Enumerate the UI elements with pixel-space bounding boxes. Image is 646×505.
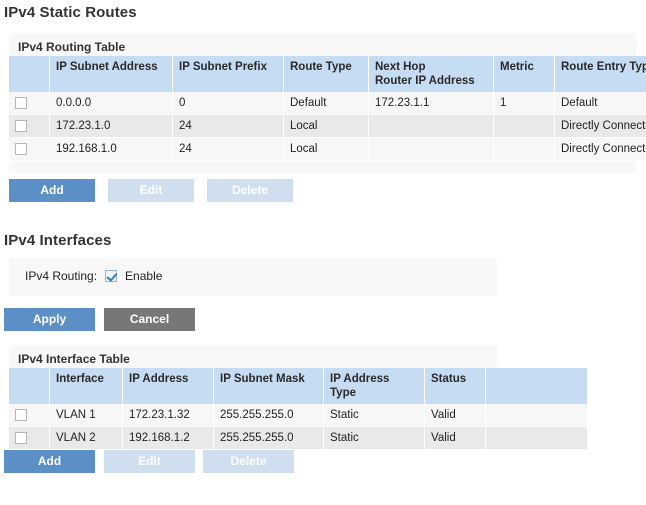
- row-select-cell[interactable]: [9, 114, 50, 138]
- column-header-select: [9, 56, 50, 92]
- cell-route-entry-type: Directly Connected: [554, 114, 646, 138]
- cell-next-hop: 172.23.1.1: [368, 92, 494, 115]
- cell-metric: [493, 114, 555, 138]
- cell-subnet-prefix: 0: [172, 92, 284, 115]
- cell-subnet-prefix: 24: [172, 137, 284, 161]
- cell-subnet-address: 0.0.0.0: [49, 92, 173, 115]
- apply-button[interactable]: Apply: [4, 308, 95, 331]
- row-select-checkbox[interactable]: [15, 431, 27, 444]
- interface-table-edit-button[interactable]: Edit: [104, 450, 195, 473]
- row-select-cell[interactable]: [9, 426, 50, 450]
- cell-interface: VLAN 1: [49, 404, 123, 427]
- cell-ip-address: 172.23.1.32: [122, 404, 214, 427]
- column-header-pad: [485, 368, 587, 404]
- routing-table-edit-button[interactable]: Edit: [108, 179, 194, 202]
- cell-subnet-mask: 255.255.255.0: [213, 404, 324, 427]
- row-select-checkbox[interactable]: [15, 408, 27, 421]
- row-select-cell[interactable]: [9, 137, 50, 161]
- cell-route-type: Local: [283, 114, 369, 138]
- interface-table-panel-title: IPv4 Interface Table: [18, 352, 130, 366]
- cell-metric: 1: [493, 92, 555, 115]
- row-select-checkbox[interactable]: [15, 142, 27, 155]
- cell-route-type: Default: [283, 92, 369, 115]
- row-select-cell[interactable]: [9, 404, 50, 427]
- cell-next-hop: [368, 137, 494, 161]
- column-header-subnet-prefix: IP Subnet Prefix: [172, 56, 284, 92]
- column-header-next-hop-line1: Next Hop: [375, 61, 426, 73]
- column-header-next-hop-line2: Router IP Address: [375, 75, 475, 87]
- routing-table-delete-button[interactable]: Delete: [207, 179, 293, 202]
- column-header-address-type: IP Address Type: [323, 368, 425, 404]
- row-select-checkbox[interactable]: [15, 96, 27, 109]
- table-row[interactable]: 192.168.1.0 24 Local Directly Connected: [9, 137, 646, 161]
- cell-next-hop: [368, 114, 494, 138]
- cell-route-type: Local: [283, 137, 369, 161]
- cell-pad: [485, 426, 587, 450]
- ipv4-routing-enable-label: Enable: [125, 269, 163, 283]
- column-header-select: [9, 368, 50, 404]
- column-header-next-hop: Next Hop Router IP Address: [368, 56, 494, 92]
- table-header-row: Interface IP Address IP Subnet Mask IP A…: [9, 368, 587, 404]
- cell-subnet-address: 172.23.1.0: [49, 114, 173, 138]
- cell-status: Valid: [424, 404, 486, 427]
- column-header-route-entry-type: Route Entry Type: [554, 56, 646, 92]
- ipv4-routing-label: IPv4 Routing:: [25, 269, 98, 283]
- column-header-metric: Metric: [493, 56, 555, 92]
- cell-address-type: Static: [323, 404, 425, 427]
- ipv4-interface-table: Interface IP Address IP Subnet Mask IP A…: [9, 368, 587, 450]
- cell-ip-address: 192.168.1.2: [122, 426, 214, 450]
- table-header-row: IP Subnet Address IP Subnet Prefix Route…: [9, 56, 646, 92]
- table-row[interactable]: 172.23.1.0 24 Local Directly Connected: [9, 114, 646, 138]
- cell-interface: VLAN 2: [49, 426, 123, 450]
- cell-pad: [485, 404, 587, 427]
- column-header-route-type: Route Type: [283, 56, 369, 92]
- table-row[interactable]: VLAN 1 172.23.1.32 255.255.255.0 Static …: [9, 404, 587, 427]
- row-select-cell[interactable]: [9, 92, 50, 115]
- routing-table-add-button[interactable]: Add: [9, 179, 95, 202]
- column-header-subnet-address: IP Subnet Address: [49, 56, 173, 92]
- cell-address-type: Static: [323, 426, 425, 450]
- column-header-ip-address: IP Address: [122, 368, 214, 404]
- ipv4-routing-field: IPv4 Routing: Enable: [25, 269, 162, 283]
- cell-route-entry-type: Default: [554, 92, 646, 115]
- table-row[interactable]: VLAN 2 192.168.1.2 255.255.255.0 Static …: [9, 426, 587, 450]
- cell-subnet-prefix: 24: [172, 114, 284, 138]
- cell-metric: [493, 137, 555, 161]
- cell-status: Valid: [424, 426, 486, 450]
- ipv4-routing-table: IP Subnet Address IP Subnet Prefix Route…: [9, 56, 646, 161]
- cell-subnet-mask: 255.255.255.0: [213, 426, 324, 450]
- page-title-interfaces: IPv4 Interfaces: [4, 232, 112, 249]
- interface-table-delete-button[interactable]: Delete: [203, 450, 294, 473]
- cell-subnet-address: 192.168.1.0: [49, 137, 173, 161]
- row-select-checkbox[interactable]: [15, 119, 27, 132]
- interface-table-add-button[interactable]: Add: [4, 450, 95, 473]
- ipv4-routing-enable-checkbox[interactable]: [105, 270, 118, 282]
- column-header-interface: Interface: [49, 368, 123, 404]
- cell-route-entry-type: Directly Connected: [554, 137, 646, 161]
- table-row[interactable]: 0.0.0.0 0 Default 172.23.1.1 1 Default: [9, 92, 646, 115]
- page-title-static-routes: IPv4 Static Routes: [4, 4, 137, 21]
- column-header-subnet-mask: IP Subnet Mask: [213, 368, 324, 404]
- ipv4-routing-panel: IPv4 Routing: Enable: [9, 258, 497, 296]
- cancel-button[interactable]: Cancel: [104, 308, 195, 331]
- column-header-status: Status: [424, 368, 486, 404]
- routing-table-panel-title: IPv4 Routing Table: [18, 40, 126, 54]
- page-root: IPv4 Static Routes IPv4 Routing Table IP…: [0, 0, 646, 505]
